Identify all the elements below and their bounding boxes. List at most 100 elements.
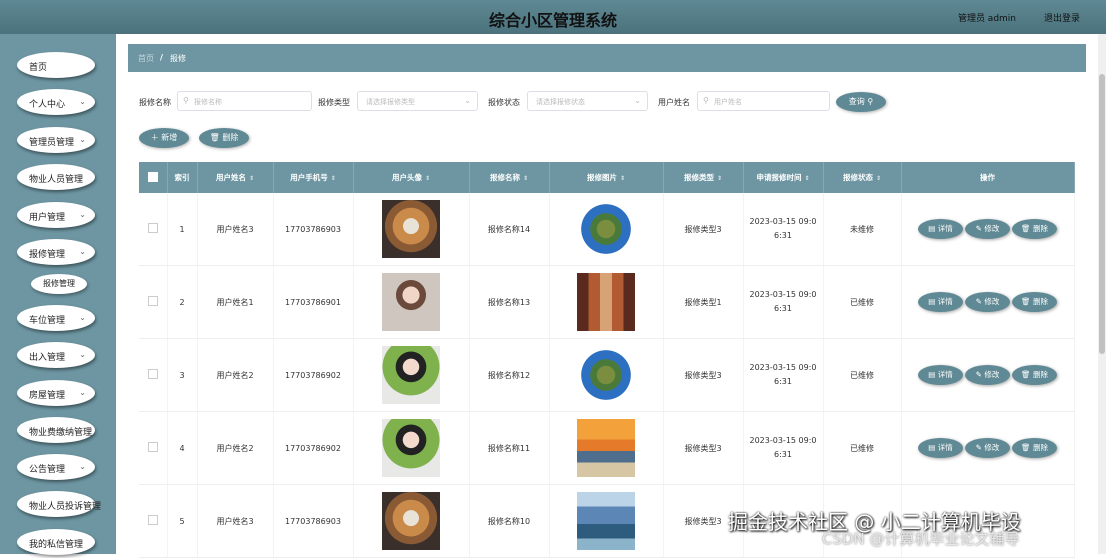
row-checkbox[interactable] xyxy=(139,484,168,558)
cell-avatar xyxy=(353,484,470,558)
cell-time: 2023-03-15 09:0 6:31 xyxy=(743,338,824,412)
sidebar-subitem[interactable]: 报修管理 xyxy=(31,274,87,294)
filter-user-label: 用户姓名 xyxy=(658,98,690,107)
trash-icon: 🗑 xyxy=(1021,443,1031,452)
sidebar-item[interactable]: 个人中心 ⌄ xyxy=(17,89,95,115)
cell-user: 用户姓名3 xyxy=(197,193,274,266)
avatar-image[interactable] xyxy=(382,273,440,331)
sidebar-item[interactable]: 报修管理 ⌄ xyxy=(17,239,95,265)
sidebar-item-label: 我的私信管理 xyxy=(29,540,84,550)
delete-button[interactable]: 🗑 删除 xyxy=(1012,438,1057,458)
row-checkbox[interactable] xyxy=(139,411,168,485)
cell-phone: 17703786902 xyxy=(273,338,354,412)
sidebar-item-label: 管理员管理 xyxy=(29,138,75,148)
breadcrumb-home[interactable]: 首页 xyxy=(138,53,154,64)
detail-button[interactable]: ▤ 详情 xyxy=(918,365,963,385)
sidebar-item[interactable]: 管理员管理 ⌄ xyxy=(17,127,95,153)
search-button[interactable]: 查询 ⚲ xyxy=(836,92,886,112)
repair-photo[interactable] xyxy=(577,200,635,258)
delete-button[interactable]: 🗑 删除 xyxy=(1012,365,1057,385)
cell-index: 5 xyxy=(167,484,198,558)
avatar-image[interactable] xyxy=(382,419,440,477)
pencil-icon: ✎ xyxy=(975,224,982,233)
sidebar-item[interactable]: 我的私信管理 xyxy=(17,529,95,555)
sidebar-item[interactable]: 房屋管理 ⌄ xyxy=(17,380,95,406)
sidebar-item-label: 房屋管理 xyxy=(29,391,66,401)
breadcrumb: 首页 / 报修 xyxy=(128,44,1086,72)
avatar-image[interactable] xyxy=(382,492,440,550)
row-checkbox[interactable] xyxy=(139,338,168,412)
search-icon: ⚲ xyxy=(183,96,189,105)
trash-icon: 🗑 xyxy=(1021,370,1031,379)
chevron-down-icon: ⌄ xyxy=(464,96,471,105)
detail-button[interactable]: ▤ 详情 xyxy=(918,219,963,239)
filter-user-input[interactable]: ⚲ 用户姓名 xyxy=(697,91,830,111)
column-header[interactable]: 申请报修时间 ⇕ xyxy=(743,162,824,193)
sidebar-item[interactable]: 出入管理 ⌄ xyxy=(17,342,95,368)
top-bar: 综合小区管理系统 管理员 admin 退出登录 xyxy=(0,0,1106,34)
sidebar-item[interactable]: 首页 xyxy=(17,52,95,78)
column-header[interactable]: 报修类型 ⇕ xyxy=(663,162,744,193)
cell-type: 报修类型3 xyxy=(663,193,744,266)
sidebar-item[interactable]: 车位管理 ⌄ xyxy=(17,305,95,331)
delete-button[interactable]: 🗑 删除 xyxy=(1012,292,1057,312)
cell-avatar xyxy=(353,193,470,266)
main-content: 首页 / 报修 报修名称 ⚲ 报修名称 报修类型 请选择报修类型 ⌄ 报修状态 … xyxy=(116,34,1106,558)
logout-link[interactable]: 退出登录 xyxy=(1044,11,1080,24)
sidebar-item[interactable]: 物业人员管理 xyxy=(17,164,95,190)
cell-user: 用户姓名2 xyxy=(197,411,274,485)
cell-photo xyxy=(549,484,664,558)
column-header[interactable]: 报修状态 ⇕ xyxy=(823,162,902,193)
avatar-image[interactable] xyxy=(382,200,440,258)
delete-button[interactable]: 🗑 删除 xyxy=(1012,219,1057,239)
filter-name-label: 报修名称 xyxy=(139,98,171,107)
filter-status-label: 报修状态 xyxy=(488,98,520,107)
column-header[interactable]: 报修名称 ⇕ xyxy=(469,162,550,193)
detail-button[interactable]: ▤ 详情 xyxy=(918,438,963,458)
edit-button[interactable]: ✎ 修改 xyxy=(965,365,1010,385)
repair-photo[interactable] xyxy=(577,346,635,404)
sort-icon: ⇕ xyxy=(330,175,336,182)
edit-button[interactable]: ✎ 修改 xyxy=(965,292,1010,312)
repair-photo[interactable] xyxy=(577,492,635,550)
scrollbar[interactable] xyxy=(1098,34,1106,554)
table-row: 2 用户姓名1 17703786901 报修名称13 报修类型1 2023-03-15 0… xyxy=(139,265,1075,339)
sidebar-item[interactable]: 用户管理 ⌄ xyxy=(17,202,95,228)
admin-label: 管理员 admin xyxy=(957,14,1016,24)
cell-time: 2023-03-15 09:0 6:31 xyxy=(743,411,824,485)
column-header[interactable]: 用户姓名 ⇕ xyxy=(197,162,274,193)
row-checkbox[interactable] xyxy=(139,193,168,266)
sort-icon: ⇕ xyxy=(804,175,810,182)
select-all-checkbox[interactable] xyxy=(139,162,168,193)
add-button[interactable]: ＋ 新增 xyxy=(139,128,189,148)
repair-photo[interactable] xyxy=(577,419,635,477)
cell-index: 3 xyxy=(167,338,198,412)
avatar-image[interactable] xyxy=(382,346,440,404)
pencil-icon: ✎ xyxy=(975,370,982,379)
cell-phone: 17703786902 xyxy=(273,411,354,485)
pencil-icon: ✎ xyxy=(975,443,982,452)
sidebar-item[interactable]: 物业费缴纳管理 xyxy=(17,417,95,443)
breadcrumb-current: 报修 xyxy=(170,54,186,63)
sidebar-item[interactable]: 公告管理 ⌄ xyxy=(17,454,95,480)
cell-index: 1 xyxy=(167,193,198,266)
repair-photo[interactable] xyxy=(577,273,635,331)
cell-index: 4 xyxy=(167,411,198,485)
row-checkbox[interactable] xyxy=(139,265,168,339)
table-row: 1 用户姓名3 17703786903 报修名称14 报修类型3 2023-03-15 0… xyxy=(139,193,1075,266)
column-header[interactable]: 用户手机号 ⇕ xyxy=(273,162,354,193)
filter-name-input[interactable]: ⚲ 报修名称 xyxy=(177,91,312,111)
filter-type-select[interactable]: 请选择报修类型 ⌄ xyxy=(357,91,478,111)
scrollbar-thumb[interactable] xyxy=(1099,74,1105,354)
detail-button[interactable]: ▤ 详情 xyxy=(918,292,963,312)
batch-delete-button[interactable]: 🗑 删除 xyxy=(199,128,249,148)
column-header[interactable]: 用户头像 ⇕ xyxy=(353,162,470,193)
filter-status-select[interactable]: 请选择报修状态 ⌄ xyxy=(527,91,648,111)
trash-icon: 🗑 xyxy=(209,133,220,142)
edit-button[interactable]: ✎ 修改 xyxy=(965,219,1010,239)
edit-button[interactable]: ✎ 修改 xyxy=(965,438,1010,458)
sidebar-item[interactable]: 物业人员投诉管理 xyxy=(17,491,101,517)
breadcrumb-separator: / xyxy=(160,53,163,62)
column-header[interactable]: 报修图片 ⇕ xyxy=(549,162,664,193)
cell-actions: ▤ 详情 ✎ 修改 🗑 删除 xyxy=(901,193,1075,266)
